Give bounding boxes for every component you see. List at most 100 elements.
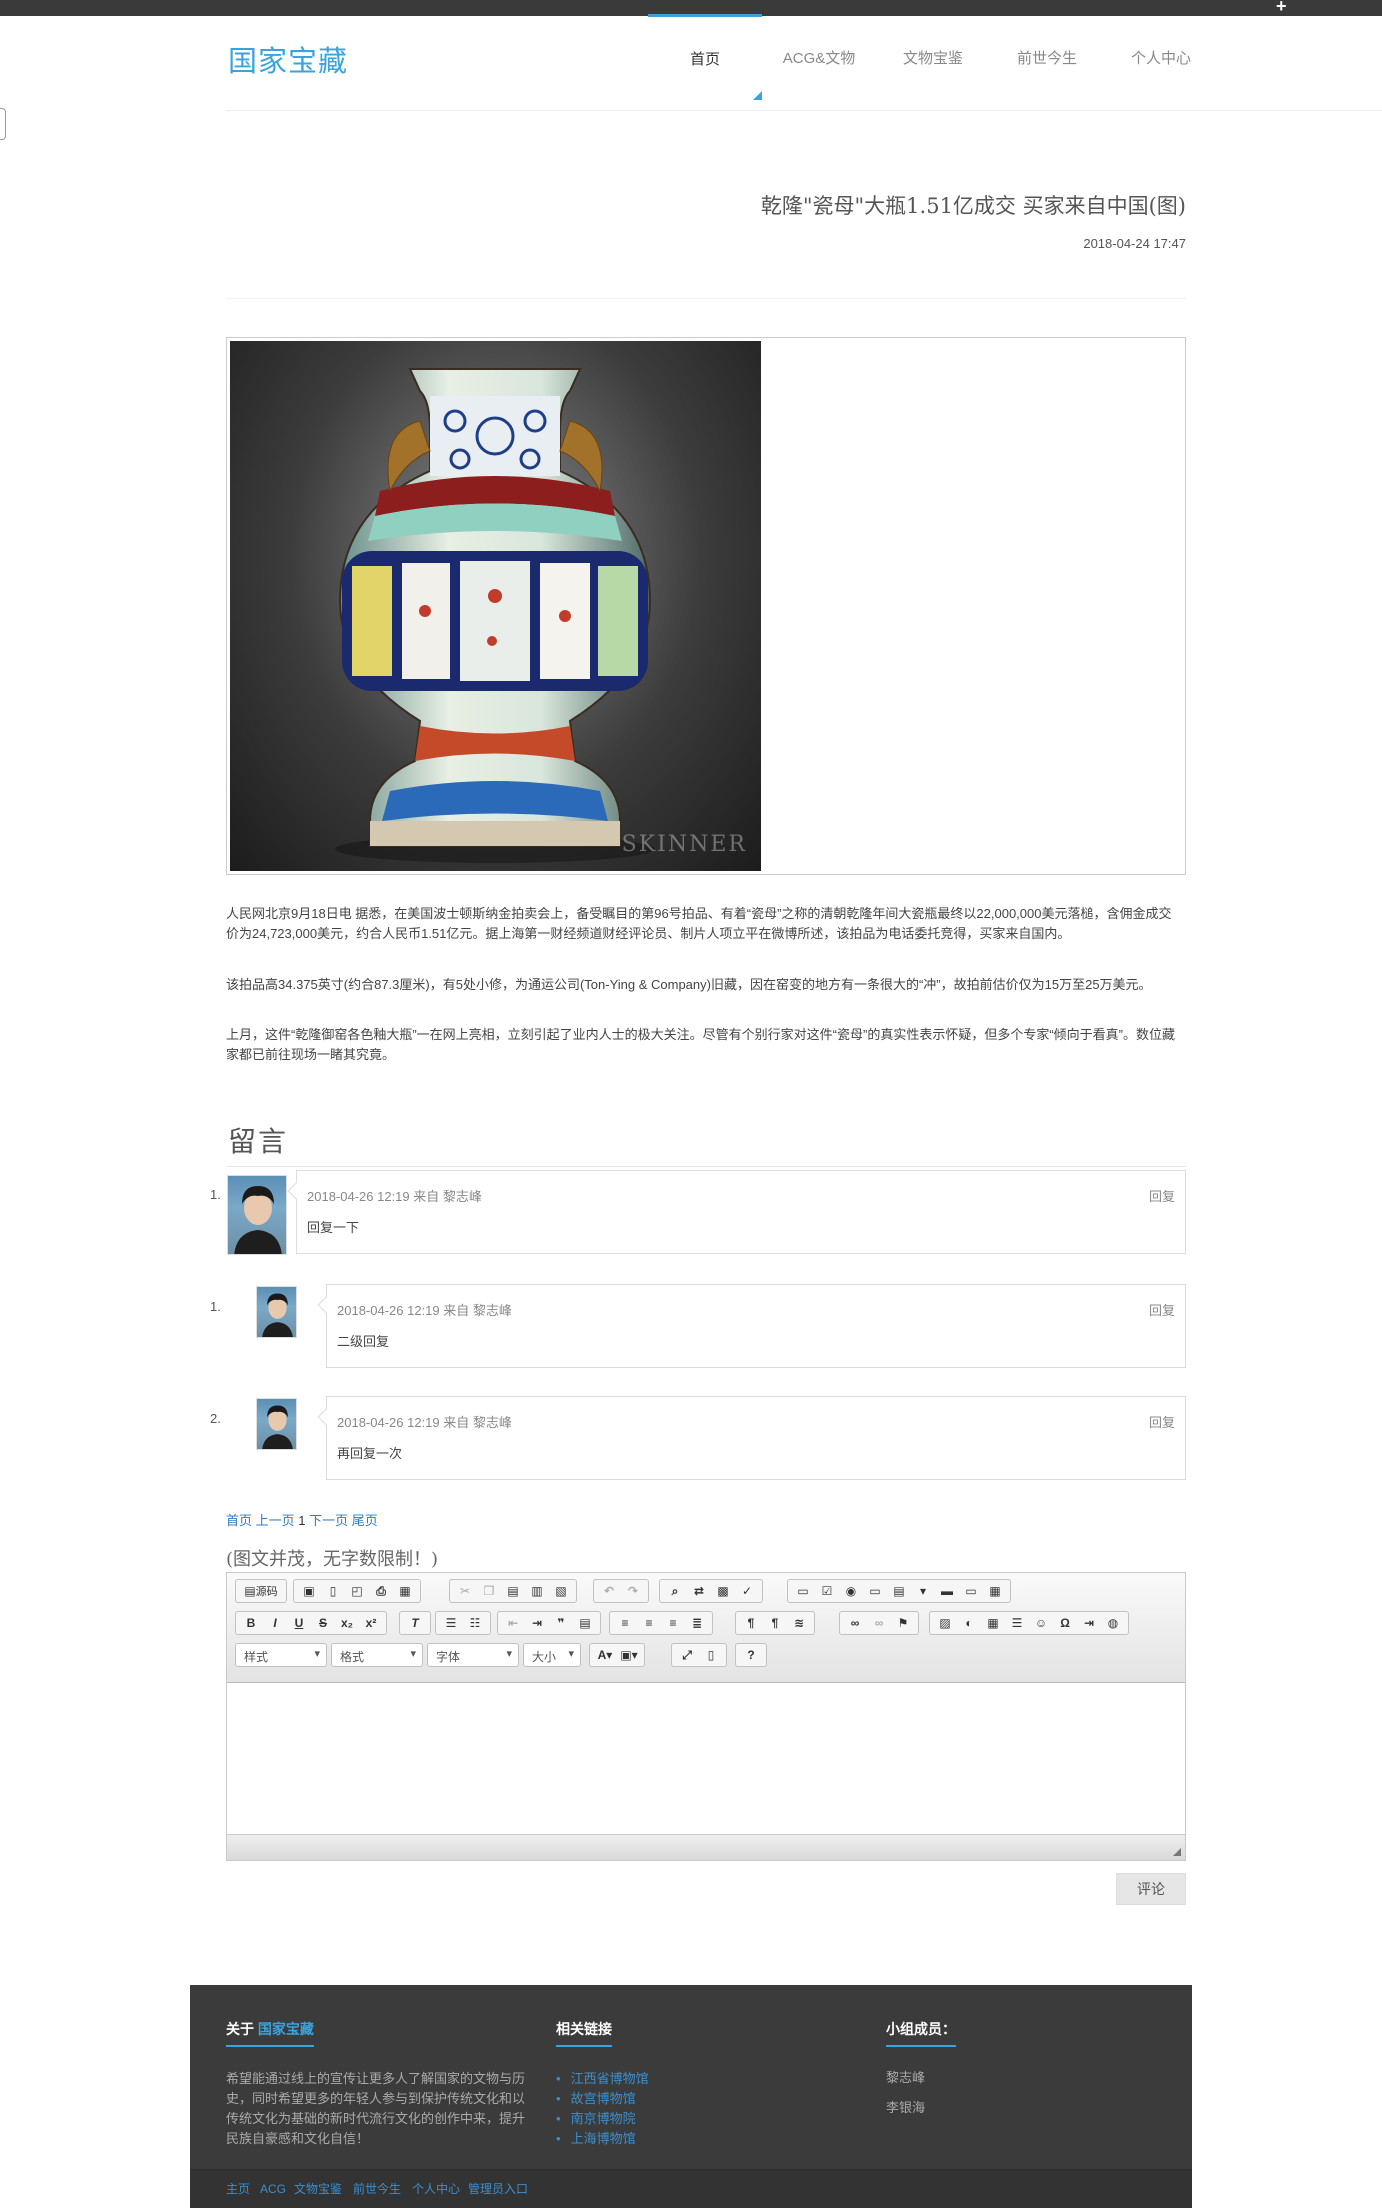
indent-icon[interactable]: ⇥ — [525, 1612, 549, 1634]
show-blocks-icon[interactable]: ▯ — [699, 1644, 723, 1666]
form-icon[interactable]: ▭ — [791, 1580, 815, 1602]
iframe-icon[interactable]: ◍ — [1101, 1612, 1125, 1634]
link-icon[interactable]: ∞ — [843, 1612, 867, 1634]
footer-nav-home[interactable]: 主页 — [226, 2182, 250, 2196]
text-color-icon[interactable]: A▾ — [593, 1644, 617, 1666]
avatar[interactable] — [227, 1175, 287, 1255]
align-left-icon[interactable]: ≡ — [613, 1612, 637, 1634]
footer-nav-history[interactable]: 前世今生 — [353, 2182, 401, 2196]
site-logo[interactable]: 国家宝藏 — [228, 38, 348, 80]
page-last[interactable]: 尾页 — [352, 1513, 378, 1528]
div-icon[interactable]: ▤ — [573, 1612, 597, 1634]
blockquote-icon[interactable]: ❞ — [549, 1612, 573, 1634]
footer-nav-profile[interactable]: 个人中心 — [412, 2182, 460, 2196]
reply-button[interactable]: 回复 — [1149, 1412, 1175, 1431]
image-icon[interactable]: ▨ — [933, 1612, 957, 1634]
save-icon[interactable]: ▣ — [297, 1580, 321, 1602]
numbered-list-icon[interactable]: ☰ — [439, 1612, 463, 1634]
editor-content-area[interactable] — [227, 1683, 1185, 1835]
source-button[interactable]: ▤ 源码 — [239, 1580, 283, 1602]
page-prev[interactable]: 上一页 — [256, 1513, 295, 1528]
bg-color-icon[interactable]: ▣▾ — [617, 1644, 641, 1666]
format-select[interactable]: 格式 — [331, 1643, 423, 1667]
reply-button[interactable]: 回复 — [1149, 1300, 1175, 1319]
align-right-icon[interactable]: ≡ — [661, 1612, 685, 1634]
image-button-icon[interactable]: ▭ — [959, 1580, 983, 1602]
table-icon[interactable]: ▦ — [981, 1612, 1005, 1634]
preview-icon[interactable]: ◰ — [345, 1580, 369, 1602]
outdent-icon[interactable]: ⇤ — [501, 1612, 525, 1634]
language-icon[interactable]: ≋ — [787, 1612, 811, 1634]
footer-links: 相关链接 江西省博物馆 故宫博物馆 南京博物院 上海博物馆 — [556, 2019, 649, 2149]
radio-icon[interactable]: ◉ — [839, 1580, 863, 1602]
select-icon[interactable]: ▾ — [911, 1580, 935, 1602]
nav-acg[interactable]: ACG&文物 — [762, 14, 876, 100]
font-select[interactable]: 字体 — [427, 1643, 519, 1667]
replace-icon[interactable]: ⇄ — [687, 1580, 711, 1602]
avatar[interactable] — [256, 1398, 297, 1450]
footer-members: 小组成员： 黎志峰 李银海 — [886, 2019, 956, 2123]
superscript-icon[interactable]: x² — [359, 1612, 383, 1634]
footer-link[interactable]: 上海博物馆 — [556, 2129, 649, 2149]
button-icon[interactable]: ▬ — [935, 1580, 959, 1602]
submit-comment-button[interactable]: 评论 — [1116, 1873, 1186, 1905]
anchor-icon[interactable]: ⚑ — [891, 1612, 915, 1634]
paste-word-icon[interactable]: ▧ — [549, 1580, 573, 1602]
new-page-icon[interactable]: ▯ — [321, 1580, 345, 1602]
bold-icon[interactable]: B — [239, 1612, 263, 1634]
help-icon[interactable]: ? — [739, 1644, 763, 1666]
textarea-icon[interactable]: ▤ — [887, 1580, 911, 1602]
find-icon[interactable]: ⌕ — [663, 1580, 687, 1602]
rtl-icon[interactable]: ¶ — [763, 1612, 787, 1634]
redo-icon[interactable]: ↷ — [621, 1580, 645, 1602]
strike-icon[interactable]: S — [311, 1612, 335, 1634]
horizontal-rule-icon[interactable]: ☰ — [1005, 1612, 1029, 1634]
bulleted-list-icon[interactable]: ☷ — [463, 1612, 487, 1634]
avatar[interactable] — [256, 1286, 297, 1338]
ltr-icon[interactable]: ¶ — [739, 1612, 763, 1634]
copy-icon[interactable]: ❐ — [477, 1580, 501, 1602]
underline-icon[interactable]: U — [287, 1612, 311, 1634]
paste-icon[interactable]: ▤ — [501, 1580, 525, 1602]
hidden-field-icon[interactable]: ▦ — [983, 1580, 1007, 1602]
footer-link[interactable]: 故宫博物馆 — [556, 2089, 649, 2109]
footer-nav-acg[interactable]: ACG — [260, 2182, 286, 2196]
nav-profile[interactable]: 个人中心 — [1104, 14, 1218, 100]
paste-text-icon[interactable]: ▥ — [525, 1580, 549, 1602]
nav-history[interactable]: 前世今生 — [990, 14, 1104, 100]
subscript-icon[interactable]: x₂ — [335, 1612, 359, 1634]
spellcheck-icon[interactable]: ✓ — [735, 1580, 759, 1602]
italic-icon[interactable]: I — [263, 1612, 287, 1634]
styles-select[interactable]: 样式 — [235, 1643, 327, 1667]
size-select[interactable]: 大小 — [523, 1643, 581, 1667]
special-char-icon[interactable]: Ω — [1053, 1612, 1077, 1634]
nav-relics[interactable]: 文物宝鉴 — [876, 14, 990, 100]
footer-link[interactable]: 南京博物院 — [556, 2109, 649, 2129]
resize-handle-icon[interactable] — [1173, 1848, 1181, 1856]
align-center-icon[interactable]: ≡ — [637, 1612, 661, 1634]
plus-icon[interactable]: + — [1276, 0, 1287, 15]
unlink-icon[interactable]: ∞ — [867, 1612, 891, 1634]
checkbox-icon[interactable]: ☑ — [815, 1580, 839, 1602]
flash-icon[interactable]: ◐ — [957, 1612, 981, 1634]
select-all-icon[interactable]: ▩ — [711, 1580, 735, 1602]
comment-meta: 2018-04-26 12:19 来自 黎志峰 — [337, 1415, 512, 1430]
maximize-icon[interactable]: ⤢ — [675, 1644, 699, 1666]
page-next[interactable]: 下一页 — [309, 1513, 348, 1528]
page-first[interactable]: 首页 — [226, 1513, 252, 1528]
remove-format-icon[interactable]: T — [403, 1612, 427, 1634]
smiley-icon[interactable]: ☺ — [1029, 1612, 1053, 1634]
footer-nav-relics[interactable]: 文物宝鉴 — [294, 2182, 342, 2196]
template-icon[interactable]: ▦ — [393, 1580, 417, 1602]
cut-icon[interactable]: ✂ — [453, 1580, 477, 1602]
textfield-icon[interactable]: ▭ — [863, 1580, 887, 1602]
footer-link[interactable]: 江西省博物馆 — [556, 2069, 649, 2089]
nav-home[interactable]: 首页 — [648, 14, 762, 100]
undo-icon[interactable]: ↶ — [597, 1580, 621, 1602]
justify-icon[interactable]: ≣ — [685, 1612, 709, 1634]
footer-nav-admin[interactable]: 管理员入口 — [468, 2182, 528, 2196]
reply-button[interactable]: 回复 — [1149, 1186, 1175, 1205]
side-tab[interactable] — [0, 108, 6, 140]
print-icon[interactable]: ⎙ — [369, 1580, 393, 1602]
page-break-icon[interactable]: ⇥ — [1077, 1612, 1101, 1634]
